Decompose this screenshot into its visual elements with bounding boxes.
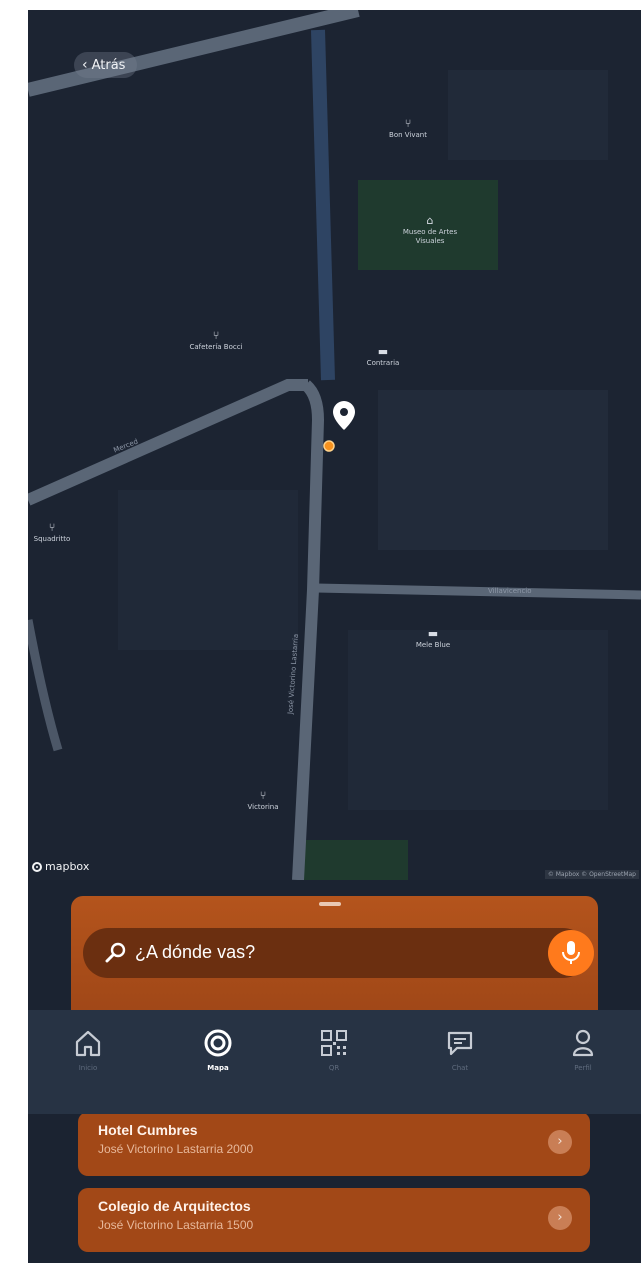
home-icon xyxy=(75,1030,101,1057)
search-icon xyxy=(105,942,126,963)
mapbox-icon xyxy=(32,861,42,872)
user-location-icon xyxy=(323,440,335,452)
bottom-sheet[interactable]: ¿A dónde vas? xyxy=(71,896,598,1026)
map-attribution[interactable]: © Mapbox © OpenStreetMap xyxy=(544,870,639,879)
nav-item-inicio[interactable]: Inicio xyxy=(48,1028,128,1072)
target-icon xyxy=(204,1029,232,1057)
map-view[interactable]: ⑂ Bon Vivant ⌂ Museo de Artes Visuales ⑂… xyxy=(28,10,641,880)
result-address: José Victorino Lastarria 1500 xyxy=(98,1218,254,1232)
nav-item-chat[interactable]: Chat xyxy=(420,1028,500,1072)
poi-museo-artes-visuales[interactable]: ⌂ Museo de Artes Visuales xyxy=(395,215,465,246)
fork-knife-icon: ⑂ xyxy=(259,789,267,802)
poi-bon-vivant[interactable]: ⑂ Bon Vivant xyxy=(389,118,427,140)
fork-knife-icon: ⑂ xyxy=(404,117,412,130)
microphone-icon xyxy=(562,941,580,964)
result-name: Hotel Cumbres xyxy=(98,1122,198,1138)
nav-item-qr[interactable]: QR xyxy=(294,1028,374,1072)
result-item[interactable]: Hotel Cumbres José Victorino Lastarria 2… xyxy=(78,1112,590,1176)
user-icon xyxy=(572,1029,594,1057)
bed-icon: ▬ xyxy=(427,627,439,640)
poi-victorina[interactable]: ⑂ Victorina xyxy=(247,790,278,812)
street-label-horizontal: Villavicencio xyxy=(488,587,532,595)
bottom-nav: Inicio Mapa QR Chat Perfil xyxy=(28,1010,641,1114)
chevron-right-icon[interactable]: › xyxy=(548,1206,572,1230)
sheet-drag-handle[interactable] xyxy=(319,902,341,906)
search-input[interactable]: ¿A dónde vas? xyxy=(135,942,255,963)
back-button[interactable]: ‹ Atrás xyxy=(74,52,138,78)
result-item[interactable]: Colegio de Arquitectos José Victorino La… xyxy=(78,1188,590,1252)
app-screen: ⑂ Bon Vivant ⌂ Museo de Artes Visuales ⑂… xyxy=(28,10,641,1263)
museum-icon: ⌂ xyxy=(426,214,434,227)
fork-knife-icon: ⑂ xyxy=(212,329,220,342)
bed-icon: ▬ xyxy=(377,345,389,358)
mic-button[interactable] xyxy=(548,930,594,976)
chevron-left-icon: ‹ xyxy=(82,57,88,73)
search-bar[interactable]: ¿A dónde vas? xyxy=(83,928,594,978)
nav-item-perfil[interactable]: Perfil xyxy=(543,1028,623,1072)
chevron-right-icon[interactable]: › xyxy=(548,1130,572,1154)
poi-squadritto[interactable]: ⑂ Squadritto xyxy=(34,522,71,544)
poi-cafeteria-bocci[interactable]: ⑂ Cafetería Bocci xyxy=(189,330,242,352)
chat-icon xyxy=(447,1031,473,1056)
result-address: José Victorino Lastarria 2000 xyxy=(98,1142,254,1156)
nav-item-mapa[interactable]: Mapa xyxy=(178,1028,258,1072)
fork-knife-icon: ⑂ xyxy=(48,521,56,534)
result-name: Colegio de Arquitectos xyxy=(98,1198,251,1214)
mapbox-logo: mapbox xyxy=(32,860,89,873)
qr-code-icon xyxy=(321,1030,347,1056)
poi-contraria[interactable]: ▬ Contraria xyxy=(367,346,400,368)
back-label: Atrás xyxy=(91,57,126,73)
poi-mele-blue[interactable]: ▬ Mele Blue xyxy=(416,628,450,650)
